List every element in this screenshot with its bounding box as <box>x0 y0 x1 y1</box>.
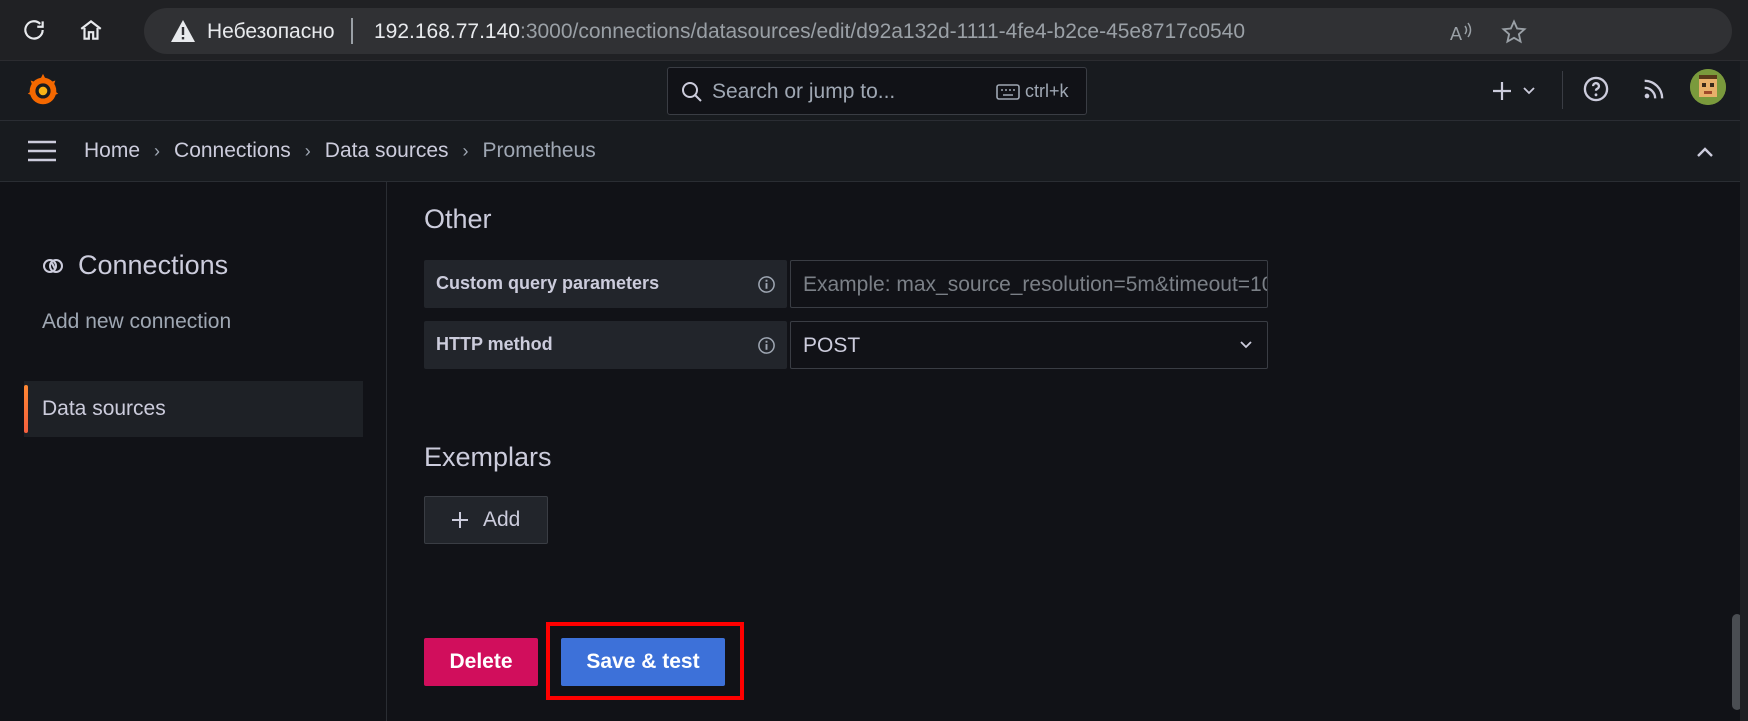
breadcrumb-separator: › <box>462 140 469 161</box>
other-section-title: Other <box>424 204 492 234</box>
active-indicator <box>24 385 28 433</box>
chevron-down-icon <box>1240 341 1252 349</box>
warning-icon[interactable] <box>170 19 196 43</box>
search-bar[interactable]: Search or jump to... ctrl+k <box>667 67 1087 115</box>
grafana-topbar: Search or jump to... ctrl+k <box>0 61 1740 121</box>
exemplars-section-title: Exemplars <box>424 442 552 472</box>
shortcut-hint: ctrl+k <box>1025 81 1069 101</box>
breadcrumb-current: Prometheus <box>482 139 596 162</box>
highlight-box <box>546 622 744 700</box>
url-path: :3000/connections/datasources/edit/d92a1… <box>519 20 1246 43</box>
home-icon[interactable] <box>73 12 109 48</box>
http-method-value: POST <box>803 334 861 357</box>
address-bar[interactable]: Небезопасно 192.168.77.140:3000/connecti… <box>144 8 1732 54</box>
browser-toolbar: Небезопасно 192.168.77.140:3000/connecti… <box>0 0 1748 61</box>
search-icon <box>682 82 702 102</box>
breadcrumb-connections[interactable]: Connections <box>174 139 291 163</box>
avatar[interactable] <box>1690 69 1726 105</box>
new-button[interactable] <box>1490 75 1540 107</box>
breadcrumb-data-sources[interactable]: Data sources <box>325 139 449 163</box>
topbar-divider <box>1562 71 1563 109</box>
custom-query-params-label: Custom query parameters <box>424 260 787 308</box>
field-label-text: Custom query parameters <box>436 273 660 293</box>
window-edge <box>1740 61 1748 721</box>
keyboard-icon <box>996 84 1020 100</box>
connections-icon <box>43 258 63 273</box>
grafana-logo[interactable] <box>24 71 62 109</box>
breadcrumb: Home › Connections › Data sources › Prom… <box>84 139 596 163</box>
section-nav-header: Connections <box>42 250 228 281</box>
delete-button[interactable]: Delete <box>424 638 538 686</box>
field-label-text: HTTP method <box>436 334 553 354</box>
collapse-up-icon[interactable] <box>1694 141 1716 163</box>
breadcrumb-bar: Home › Connections › Data sources › Prom… <box>0 121 1740 182</box>
url-text[interactable]: 192.168.77.140:3000/connections/datasour… <box>374 20 1245 44</box>
datasource-settings: Other Custom query parameters Example: m… <box>388 182 1718 721</box>
url-host: 192.168.77.140 <box>374 20 520 43</box>
sidebar-item-label: Data sources <box>42 397 166 420</box>
rss-icon[interactable] <box>1640 75 1668 103</box>
add-button-label: Add <box>483 508 521 531</box>
section-nav: Connections Add new connection Data sour… <box>0 182 387 721</box>
section-nav-title: Connections <box>78 250 229 280</box>
plus-icon <box>452 512 468 528</box>
chevron-down-icon <box>1523 87 1535 95</box>
breadcrumb-home[interactable]: Home <box>84 139 140 163</box>
plus-icon <box>1493 82 1511 100</box>
star-icon[interactable] <box>1500 18 1528 46</box>
add-exemplar-button[interactable]: Add <box>424 496 548 544</box>
search-placeholder: Search or jump to... <box>712 80 896 103</box>
http-method-label: HTTP method <box>424 321 787 369</box>
sidebar-item-data-sources[interactable]: Data sources <box>24 381 363 437</box>
custom-query-params-input[interactable]: Example: max_source_resolution=5m&timeou… <box>790 260 1268 308</box>
http-method-select[interactable]: POST <box>790 321 1268 369</box>
help-icon[interactable] <box>1582 75 1610 103</box>
omnibox-divider <box>351 18 353 44</box>
reload-icon[interactable] <box>16 12 52 48</box>
breadcrumb-separator: › <box>304 140 311 161</box>
svg-text:A: A <box>1450 24 1462 44</box>
info-icon[interactable] <box>757 275 776 294</box>
custom-query-params-placeholder: Example: max_source_resolution=5m&timeou… <box>803 273 1268 296</box>
security-status[interactable]: Небезопасно <box>207 20 335 44</box>
sidebar-item-label: Add new connection <box>42 310 232 333</box>
menu-icon[interactable] <box>26 138 58 164</box>
breadcrumb-separator: › <box>154 140 161 161</box>
read-aloud-icon[interactable]: A <box>1447 18 1475 46</box>
sidebar-item-add-new-connection[interactable]: Add new connection <box>24 294 363 350</box>
info-icon[interactable] <box>757 336 776 355</box>
